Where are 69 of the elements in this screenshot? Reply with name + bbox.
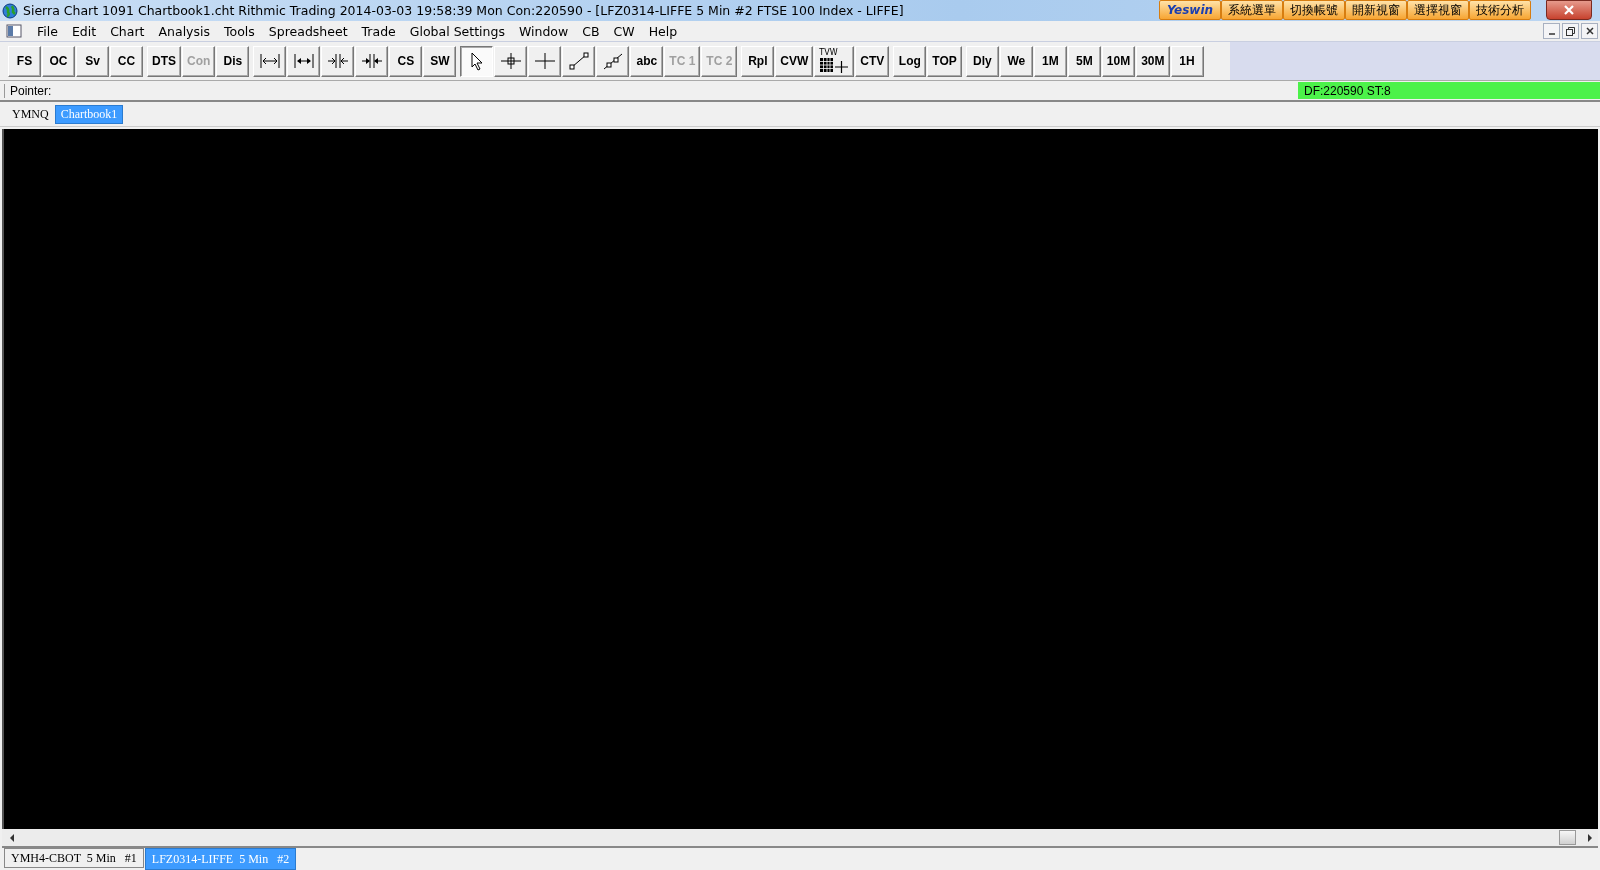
- scroll-left-icon[interactable]: [8, 832, 16, 843]
- menu-item[interactable]: Tools: [217, 23, 262, 39]
- menu-item[interactable]: File: [30, 23, 65, 39]
- chart-tab[interactable]: YMH4-CBOT 5 Min #1: [4, 848, 144, 868]
- addon-button[interactable]: 系統選單: [1221, 0, 1283, 20]
- toolbar-button[interactable]: CC: [110, 45, 143, 77]
- close-icon: [1585, 27, 1594, 35]
- scale-icon: [326, 51, 349, 71]
- menu-item[interactable]: Analysis: [151, 23, 217, 39]
- restore-icon: [1566, 26, 1575, 36]
- tool-button[interactable]: TVW: [814, 45, 855, 77]
- globe-icon: [2, 2, 18, 19]
- cross-icon: [533, 51, 556, 71]
- addon-button[interactable]: 切換帳號: [1283, 0, 1345, 20]
- window-title: Sierra Chart 1091 Chartbook1.cht Rithmic Trading 2014-03-03 19:58:39 Mon Con:220590 - [LFZ0314-LIFFE 5 Min #2 FTSE 100 Index - LIFFE]: [23, 3, 905, 18]
- toolbar-button[interactable]: abc: [630, 45, 664, 77]
- chartbook-tab[interactable]: YMNQ: [6, 104, 55, 124]
- minimize-button[interactable]: [1543, 23, 1560, 39]
- document-icon[interactable]: [6, 24, 22, 38]
- scale-icon: [258, 51, 281, 71]
- toolbar-button[interactable]: CS: [389, 45, 423, 77]
- grid-plus-icon: [819, 57, 850, 73]
- toolbar-button[interactable]: DTS: [147, 45, 181, 77]
- addon-button[interactable]: 選擇視窗: [1407, 0, 1469, 20]
- data-feed-status: DF:220590 ST:8: [1298, 82, 1600, 99]
- scale-icon: [360, 51, 383, 71]
- horizontal-scrollbar[interactable]: [2, 829, 1598, 848]
- toolbar-button[interactable]: 30M: [1136, 45, 1170, 77]
- line-icon: [567, 51, 590, 71]
- toolbar-button[interactable]: TOP: [927, 45, 962, 77]
- toolbar-button[interactable]: 5M: [1067, 45, 1101, 77]
- toolbar-button[interactable]: OC: [42, 45, 75, 77]
- toolbar-button[interactable]: 10M: [1101, 45, 1136, 77]
- toolbar-button[interactable]: We: [999, 45, 1033, 77]
- menu-item[interactable]: Spreadsheet: [261, 23, 355, 39]
- menu-item[interactable]: Edit: [64, 23, 104, 39]
- toolbar-button[interactable]: 1H: [1170, 45, 1204, 77]
- menu-item[interactable]: CB: [575, 23, 607, 39]
- toolbar-button[interactable]: 1M: [1033, 45, 1067, 77]
- toolbar-button[interactable]: SW: [423, 45, 457, 77]
- menu-item[interactable]: CW: [606, 23, 642, 39]
- icon-caption: TVW: [819, 49, 838, 57]
- scale-icon: [292, 51, 315, 71]
- menu-item[interactable]: Window: [511, 23, 576, 39]
- toolbar-button[interactable]: Rpl: [741, 45, 775, 77]
- close-button[interactable]: [1581, 23, 1598, 39]
- scroll-thumb[interactable]: [1559, 830, 1576, 845]
- menu-item[interactable]: Chart: [103, 23, 152, 39]
- tool-button[interactable]: [460, 45, 494, 77]
- toolbar-button[interactable]: Log: [893, 45, 927, 77]
- addon-button[interactable]: 開新視窗: [1345, 0, 1407, 20]
- scroll-right-icon[interactable]: [1586, 832, 1594, 843]
- crosshair-icon: [499, 51, 522, 71]
- toolbar-button[interactable]: CTV: [855, 45, 890, 77]
- toolbar-button[interactable]: Sv: [76, 45, 109, 77]
- toolbar-button[interactable]: FS: [8, 45, 41, 77]
- menu-item[interactable]: Help: [641, 23, 685, 39]
- close-icon: [1563, 5, 1575, 15]
- toolbar-button[interactable]: Dis: [216, 45, 250, 77]
- toolbar-button[interactable]: CVW: [775, 45, 814, 77]
- addon-button[interactable]: 技術分析: [1469, 0, 1531, 20]
- close-button[interactable]: [1546, 0, 1592, 20]
- menu-item[interactable]: Trade: [354, 23, 403, 39]
- logo-button[interactable]: Yeswin: [1159, 0, 1221, 20]
- menu-item[interactable]: Global Settings: [402, 23, 512, 39]
- restore-button[interactable]: [1562, 23, 1579, 39]
- ray-icon: [601, 51, 624, 71]
- toolbar-button[interactable]: Dly: [965, 45, 999, 77]
- pointer-icon: [469, 51, 484, 71]
